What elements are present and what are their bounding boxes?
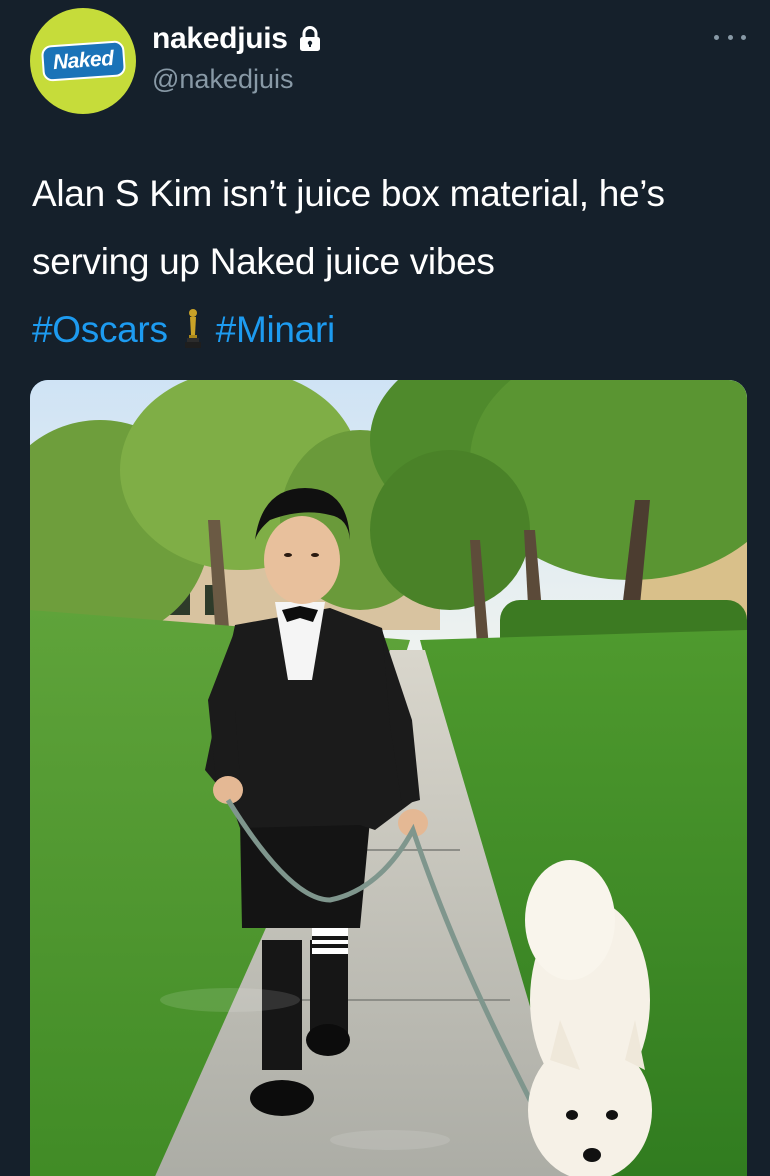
lock-icon [298, 26, 322, 52]
user-handle[interactable]: @nakedjuis [152, 64, 294, 95]
naked-logo: Naked [40, 40, 126, 82]
tweet-photo[interactable] [30, 380, 747, 1176]
hashtag-minari[interactable]: #Minari [216, 309, 336, 350]
display-name[interactable]: nakedjuis [152, 22, 288, 56]
tweet-text-line: serving up Naked juice vibes [32, 241, 495, 282]
oscar-statue-icon [182, 304, 204, 348]
tweet-text: Alan S Kim isn’t juice box material, he’… [32, 160, 752, 364]
hashtag-line: #Oscars #Minari [32, 296, 752, 364]
avatar[interactable]: Naked [30, 8, 136, 114]
display-name-row: nakedjuis [152, 22, 322, 56]
more-dots-icon[interactable] [710, 22, 750, 52]
hashtag-oscars[interactable]: #Oscars [32, 309, 168, 350]
photo-illustration [30, 380, 747, 1176]
tweet-text-line: Alan S Kim isn’t juice box material, he’… [32, 173, 665, 214]
tweet-card: Naked nakedjuis @nakedjuis Alan S Kim is… [0, 0, 770, 1176]
